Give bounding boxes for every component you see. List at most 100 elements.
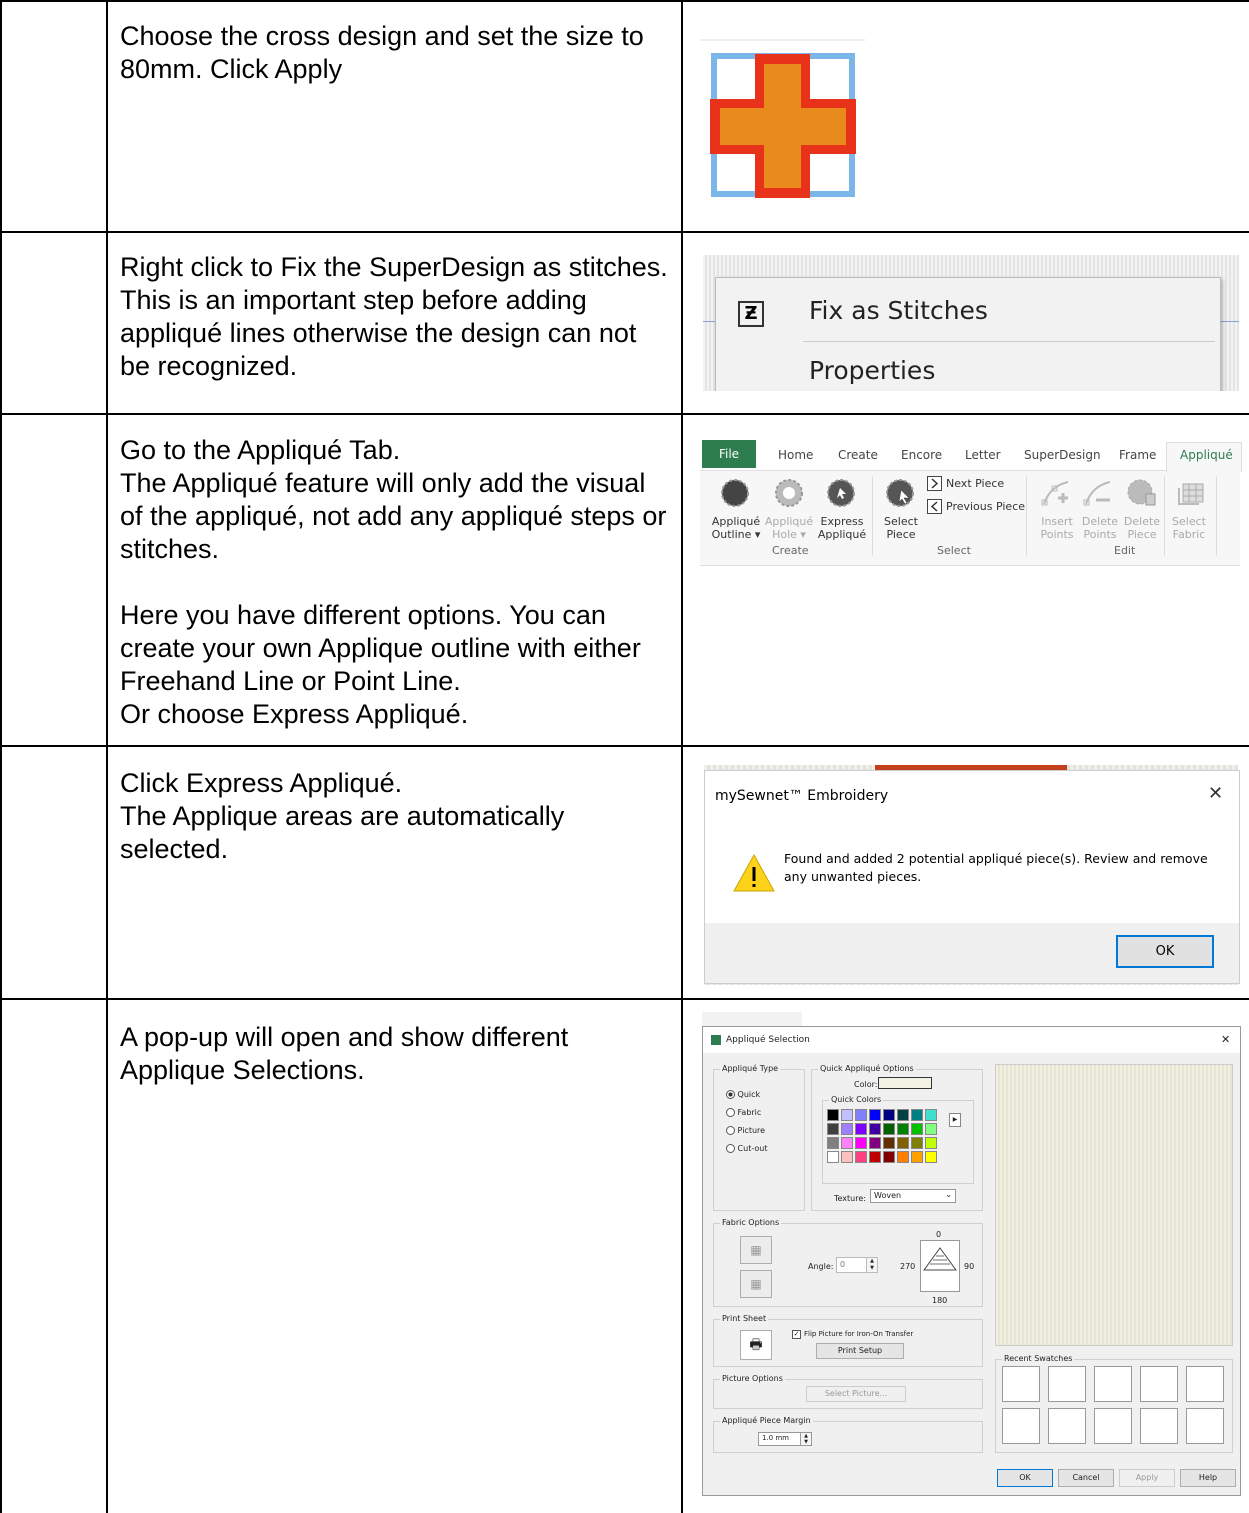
recent-swatch-slot[interactable]: [1186, 1366, 1224, 1402]
angle-spinner[interactable]: ▲ ▼: [866, 1257, 878, 1273]
quick-color-swatch[interactable]: [911, 1123, 923, 1135]
quick-color-swatch[interactable]: [869, 1123, 881, 1135]
flip-checkbox[interactable]: ✓: [792, 1330, 801, 1339]
select-fabric-button[interactable]: Select Fabric: [1166, 515, 1212, 541]
tab-home[interactable]: Home: [778, 448, 813, 462]
quick-color-swatch[interactable]: [869, 1151, 881, 1163]
row-divider-4: [0, 998, 1249, 1000]
print-button[interactable]: 🖶: [740, 1330, 772, 1360]
help-button[interactable]: Help: [1180, 1469, 1236, 1487]
quick-color-swatch[interactable]: [827, 1151, 839, 1163]
recent-swatch-slot[interactable]: [1002, 1408, 1040, 1444]
quick-color-swatch[interactable]: [883, 1109, 895, 1121]
recent-swatch-slot[interactable]: [1094, 1408, 1132, 1444]
quick-color-swatch[interactable]: [897, 1109, 909, 1121]
quick-color-swatch[interactable]: [897, 1123, 909, 1135]
radio-quick[interactable]: Quick: [726, 1090, 760, 1099]
quick-color-swatch[interactable]: [911, 1151, 923, 1163]
select-picture-button[interactable]: Select Picture...: [806, 1386, 906, 1402]
message-close-icon[interactable]: ✕: [1208, 783, 1223, 804]
recent-swatch-slot[interactable]: [1048, 1366, 1086, 1402]
express-applique-button[interactable]: Express Appliqué: [814, 515, 870, 541]
picture-options-label: Picture Options: [720, 1374, 785, 1383]
quick-color-swatch[interactable]: [841, 1137, 853, 1149]
message-ok-button[interactable]: OK: [1116, 935, 1214, 968]
texture-select[interactable]: Woven ⌄: [870, 1189, 956, 1203]
next-piece-button[interactable]: Next Piece: [946, 477, 1004, 490]
tab-superdesign[interactable]: SuperDesign: [1024, 448, 1101, 462]
cancel-button[interactable]: Cancel: [1058, 1469, 1114, 1487]
express-applique-icon: [827, 479, 855, 507]
quick-color-swatch[interactable]: [855, 1137, 867, 1149]
quick-color-swatch[interactable]: [827, 1137, 839, 1149]
group-label-create: Create: [772, 544, 809, 557]
margin-spinner[interactable]: ▲ ▼: [800, 1432, 812, 1446]
recent-swatch-slot[interactable]: [1140, 1408, 1178, 1444]
quick-color-swatch[interactable]: [925, 1151, 937, 1163]
quick-color-swatch[interactable]: [827, 1123, 839, 1135]
quick-color-swatch[interactable]: [925, 1109, 937, 1121]
dial-label-right: 90: [964, 1262, 975, 1271]
quick-color-swatch[interactable]: [925, 1137, 937, 1149]
quick-color-swatch[interactable]: [883, 1123, 895, 1135]
quick-color-swatch[interactable]: [841, 1109, 853, 1121]
quick-color-swatch[interactable]: [841, 1151, 853, 1163]
quick-color-swatch[interactable]: [869, 1137, 881, 1149]
recent-swatch-slot[interactable]: [1094, 1366, 1132, 1402]
radio-picture[interactable]: Picture: [726, 1126, 765, 1135]
radio-cut-out[interactable]: Cut-out: [726, 1144, 767, 1153]
dialog-close-icon[interactable]: ✕: [1221, 1033, 1230, 1046]
tab-applique[interactable]: Appliqué: [1180, 448, 1233, 462]
fabric-grid-button[interactable]: ▦: [740, 1270, 772, 1298]
select-piece-button[interactable]: Select Piece: [875, 515, 927, 541]
quick-color-swatch[interactable]: [869, 1109, 881, 1121]
row-divider-2: [0, 413, 1249, 415]
recent-swatch-slot[interactable]: [1048, 1408, 1086, 1444]
previous-piece-button[interactable]: Previous Piece: [946, 500, 1025, 513]
tab-letter[interactable]: Letter: [965, 448, 1001, 462]
tab-frame[interactable]: Frame: [1119, 448, 1156, 462]
fabric-options-label: Fabric Options: [720, 1218, 782, 1227]
angle-dial[interactable]: [920, 1240, 960, 1292]
print-setup-button[interactable]: Print Setup: [816, 1343, 904, 1359]
margin-input[interactable]: 1.0 mm: [758, 1432, 802, 1446]
more-colors-arrow[interactable]: ▶: [949, 1113, 961, 1127]
color-label: Color:: [854, 1080, 878, 1089]
color-preview[interactable]: [878, 1077, 932, 1089]
radio-fabric[interactable]: Fabric: [726, 1108, 761, 1117]
recent-swatch-slot[interactable]: [1140, 1366, 1178, 1402]
quick-color-swatch[interactable]: [911, 1137, 923, 1149]
message-box: mySewnet™ Embroidery ✕ Found and added 2…: [704, 770, 1240, 984]
recent-swatch-slot[interactable]: [1186, 1408, 1224, 1444]
quick-color-swatch[interactable]: [883, 1151, 895, 1163]
tab-encore[interactable]: Encore: [901, 448, 942, 462]
delete-piece-button[interactable]: Delete Piece: [1120, 515, 1164, 541]
quick-color-swatch[interactable]: [897, 1151, 909, 1163]
menu-item-fix-as-stitches[interactable]: Fix as Stitches: [809, 296, 988, 325]
recent-swatch-slot[interactable]: [1002, 1366, 1040, 1402]
quick-color-swatch[interactable]: [925, 1123, 937, 1135]
recent-swatches-grid: [1002, 1366, 1228, 1448]
menu-item-properties[interactable]: Properties: [809, 356, 935, 385]
quick-colors-grid[interactable]: [827, 1109, 939, 1165]
quick-color-swatch[interactable]: [827, 1109, 839, 1121]
applique-hole-button[interactable]: Appliqué Hole ▾: [762, 515, 816, 541]
tab-file[interactable]: File: [702, 440, 756, 468]
delete-points-button[interactable]: Delete Points: [1078, 515, 1122, 541]
angle-input[interactable]: 0: [836, 1257, 868, 1273]
insert-points-button[interactable]: Insert Points: [1034, 515, 1080, 541]
quick-color-swatch[interactable]: [855, 1109, 867, 1121]
quick-color-swatch[interactable]: [855, 1123, 867, 1135]
ok-button[interactable]: OK: [997, 1469, 1053, 1487]
quick-color-swatch[interactable]: [911, 1109, 923, 1121]
quick-color-swatch[interactable]: [897, 1137, 909, 1149]
flip-label: Flip Picture for Iron-On Transfer: [804, 1330, 914, 1338]
tab-create[interactable]: Create: [838, 448, 878, 462]
quick-color-swatch[interactable]: [841, 1123, 853, 1135]
applique-outline-button[interactable]: Appliqué Outline ▾: [708, 515, 764, 541]
quick-color-swatch[interactable]: [855, 1151, 867, 1163]
apply-button[interactable]: Apply: [1119, 1469, 1175, 1487]
quick-color-swatch[interactable]: [883, 1137, 895, 1149]
dial-label-top: 0: [936, 1230, 942, 1239]
fabric-load-button[interactable]: ▦: [740, 1236, 772, 1264]
